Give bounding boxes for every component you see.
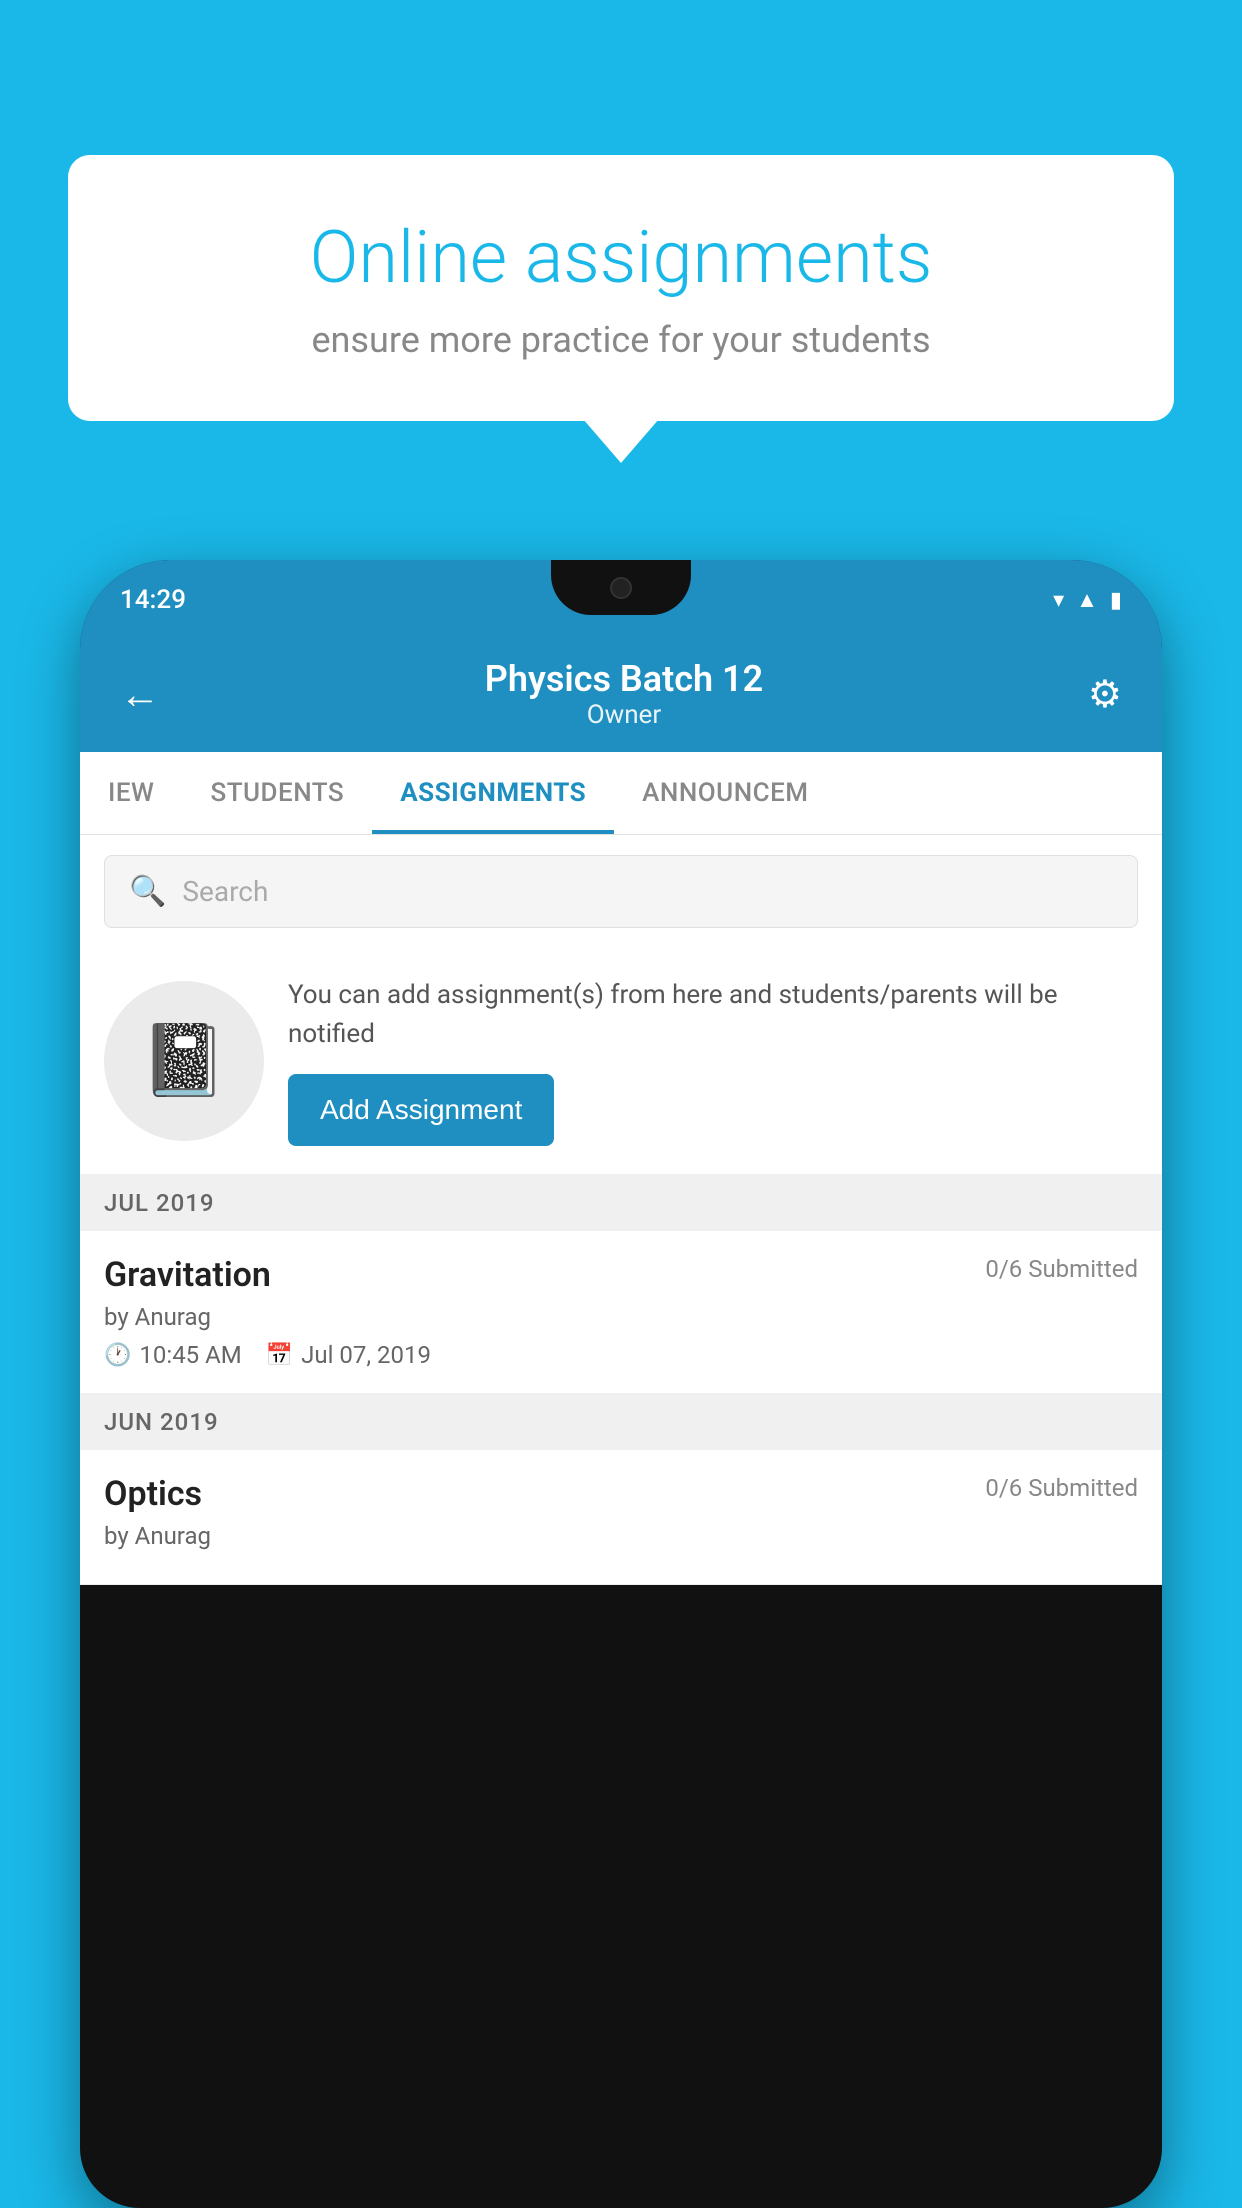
assignment-item-top-optics: Optics 0/6 Submitted [104,1474,1138,1514]
assignment-submitted: 0/6 Submitted [985,1255,1138,1283]
assignment-time: 10:45 AM [139,1341,241,1369]
phone-frame: 14:29 ▾ ▲ ▮ ← Physics Batch 12 Owner ⚙ I… [80,560,1162,2208]
meta-time: 🕐 10:45 AM [104,1341,242,1369]
tab-iew[interactable]: IEW [80,752,182,834]
status-icons: ▾ ▲ ▮ [1053,587,1122,613]
assignment-date: Jul 07, 2019 [301,1341,431,1369]
assignment-name-optics: Optics [104,1474,202,1514]
promo-description: You can add assignment(s) from here and … [288,976,1138,1054]
clock-icon: 🕐 [104,1343,131,1368]
add-assignment-button[interactable]: Add Assignment [288,1074,554,1146]
search-placeholder: Search [182,875,268,908]
tab-students[interactable]: STUDENTS [182,752,372,834]
header-title: Physics Batch 12 [160,658,1088,700]
sub-title: ensure more practice for your students [138,319,1104,361]
app-header: ← Physics Batch 12 Owner ⚙ [80,640,1162,752]
header-center: Physics Batch 12 Owner [160,658,1088,730]
assignment-item-gravitation[interactable]: Gravitation 0/6 Submitted by Anurag 🕐 10… [80,1231,1162,1394]
notebook-icon: 📓 [140,1020,227,1102]
status-bar: 14:29 ▾ ▲ ▮ [80,560,1162,640]
assignment-name: Gravitation [104,1255,271,1295]
tab-assignments[interactable]: ASSIGNMENTS [372,752,614,834]
battery-icon: ▮ [1110,588,1122,613]
assignment-item-top: Gravitation 0/6 Submitted [104,1255,1138,1295]
phone-content: 🔍 Search 📓 You can add assignment(s) fro… [80,835,1162,1585]
main-title: Online assignments [138,215,1104,301]
header-subtitle: Owner [160,700,1088,730]
promo-text-section: You can add assignment(s) from here and … [288,976,1138,1146]
assignment-by: by Anurag [104,1303,1138,1331]
promo-icon-circle: 📓 [104,981,264,1141]
month-header-jul: JUL 2019 [80,1175,1162,1231]
search-container: 🔍 Search [80,835,1162,948]
search-bar[interactable]: 🔍 Search [104,855,1138,928]
assignment-meta: 🕐 10:45 AM 📅 Jul 07, 2019 [104,1341,1138,1369]
tabs-container: IEW STUDENTS ASSIGNMENTS ANNOUNCEM [80,752,1162,835]
tab-announcements[interactable]: ANNOUNCEM [614,752,836,834]
meta-date: 📅 Jul 07, 2019 [266,1341,431,1369]
status-time: 14:29 [120,585,186,615]
signal-icon: ▲ [1076,587,1098,613]
search-icon: 🔍 [129,874,166,909]
back-button[interactable]: ← [120,671,160,718]
promo-card: Online assignments ensure more practice … [68,155,1174,421]
assignment-by-optics: by Anurag [104,1522,1138,1550]
phone-notch [551,560,691,615]
month-header-jun: JUN 2019 [80,1394,1162,1450]
assignment-item-optics[interactable]: Optics 0/6 Submitted by Anurag [80,1450,1162,1585]
speech-bubble: Online assignments ensure more practice … [68,155,1174,421]
promo-section: 📓 You can add assignment(s) from here an… [80,948,1162,1175]
assignment-submitted-optics: 0/6 Submitted [985,1474,1138,1502]
settings-icon[interactable]: ⚙ [1088,672,1122,717]
front-camera [610,577,632,599]
wifi-icon: ▾ [1053,588,1064,613]
calendar-icon: 📅 [266,1343,293,1368]
